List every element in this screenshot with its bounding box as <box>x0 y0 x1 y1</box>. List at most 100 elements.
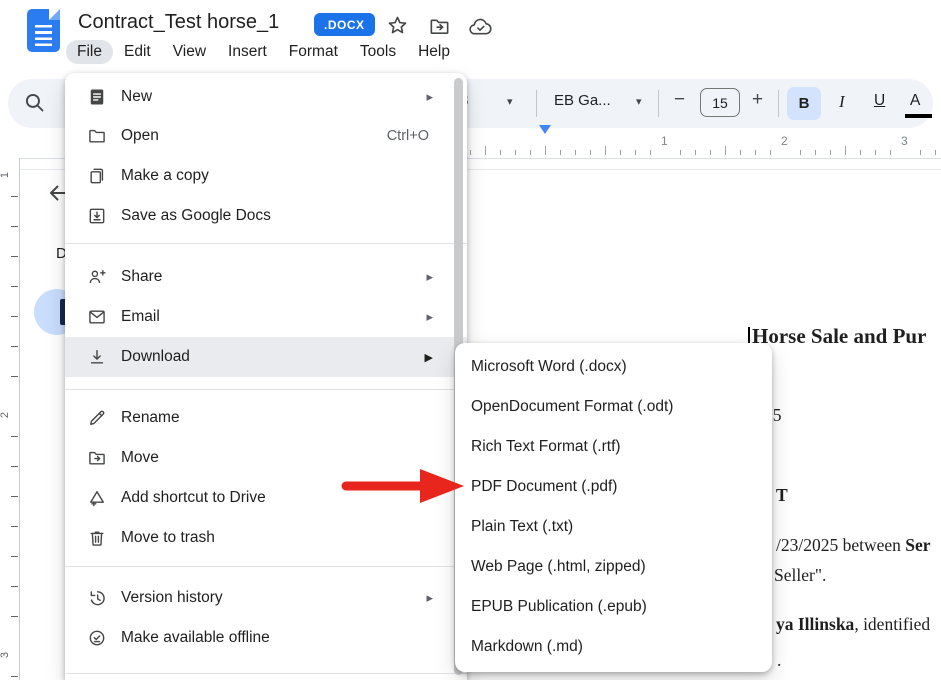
menu-divider <box>65 566 467 567</box>
menu-item-label: New <box>121 88 152 106</box>
folder-icon <box>87 126 107 146</box>
download-icon <box>87 347 107 367</box>
menu-view[interactable]: View <box>162 40 217 64</box>
bold-button[interactable]: B <box>787 87 821 120</box>
underline-button[interactable]: U <box>874 92 885 110</box>
menu-item-rename[interactable]: Rename <box>65 398 467 438</box>
ruler-number: 3 <box>0 649 11 661</box>
submenu-item-docx[interactable]: Microsoft Word (.docx) <box>455 347 772 387</box>
ruler-tick <box>560 150 561 155</box>
menu-item-label: Download <box>121 348 190 366</box>
chevron-down-icon[interactable]: ▾ <box>636 95 642 108</box>
move-folder-icon[interactable] <box>428 15 451 38</box>
trash-icon <box>87 528 107 548</box>
submenu-item-epub[interactable]: EPUB Publication (.epub) <box>455 587 772 627</box>
drive-add-icon <box>87 488 107 508</box>
font-family-dropdown[interactable]: EB Ga... <box>554 92 611 109</box>
menu-item-label: Make a copy <box>121 167 209 185</box>
cloud-saved-icon[interactable] <box>468 16 493 39</box>
submenu-item-odt[interactable]: OpenDocument Format (.odt) <box>455 387 772 427</box>
document-title[interactable]: Contract_Test horse_1 <box>78 11 279 34</box>
submenu-arrow-icon: ▸ <box>426 309 433 325</box>
ruler-tick <box>890 150 891 155</box>
file-menu: New ▸ Open Ctrl+O Make a copy Save as Go… <box>65 73 467 680</box>
menu-help[interactable]: Help <box>407 40 461 64</box>
ruler-tick <box>575 150 576 155</box>
ruler-number: 1 <box>0 169 11 181</box>
ruler-tick <box>755 150 756 155</box>
ruler-tick <box>545 146 546 155</box>
menu-item-share[interactable]: Share ▸ <box>65 257 467 297</box>
ruler-tick <box>740 150 741 155</box>
menu-file[interactable]: File <box>66 40 113 64</box>
font-size-input[interactable]: 15 <box>700 88 740 117</box>
menu-divider <box>65 243 467 244</box>
doc-text-span: /23/2025 between <box>776 535 905 555</box>
submenu-item-pdf[interactable]: PDF Document (.pdf) <box>455 467 772 507</box>
ruler-tick <box>11 376 18 377</box>
menu-item-label: Rename <box>121 409 180 427</box>
menu-item-make-available-offline[interactable]: Make available offline <box>65 618 467 658</box>
menu-item-label: Move <box>121 449 159 467</box>
submenu-arrow-icon: ▸ <box>426 269 433 285</box>
ruler-tick <box>500 150 501 155</box>
menu-item-open[interactable]: Open Ctrl+O <box>65 116 467 156</box>
logo-fold-shadow <box>49 9 60 20</box>
submenu-arrow-icon: ▸ <box>426 89 433 105</box>
menu-item-label: Save as Google Docs <box>121 207 271 225</box>
menu-item-save-as-google-docs[interactable]: Save as Google Docs <box>65 196 467 236</box>
google-docs-window: Contract_Test horse_1 .DOCX File Edit Vi… <box>0 0 941 680</box>
ruler-tick <box>470 150 471 155</box>
ruler-tick <box>695 150 696 155</box>
ruler-tick <box>11 316 18 317</box>
menu-tools[interactable]: Tools <box>349 40 407 64</box>
ruler-tick <box>515 150 516 155</box>
copy-icon <box>87 166 107 186</box>
decrease-font-size-button[interactable]: − <box>674 89 685 111</box>
ruler-tick <box>935 150 936 155</box>
menu-item-new[interactable]: New ▸ <box>65 77 467 117</box>
history-icon <box>87 588 107 608</box>
menu-format[interactable]: Format <box>278 40 349 64</box>
ruler-tick <box>11 346 18 347</box>
ruler-tick <box>590 150 591 155</box>
menu-item-email[interactable]: Email ▸ <box>65 297 467 337</box>
menu-item-label: Add shortcut to Drive <box>121 489 266 507</box>
submenu-item-md[interactable]: Markdown (.md) <box>455 627 772 667</box>
submenu-item-txt[interactable]: Plain Text (.txt) <box>455 507 772 547</box>
chevron-down-icon[interactable]: ▾ <box>507 95 513 108</box>
new-document-icon <box>87 87 107 107</box>
ruler-tick <box>485 146 486 155</box>
menu-insert[interactable]: Insert <box>217 40 278 64</box>
menu-item-label: Open <box>121 127 159 145</box>
menu-item-download[interactable]: Download ▶ <box>65 337 467 377</box>
menu-edit[interactable]: Edit <box>113 40 162 64</box>
ruler-tick <box>800 150 801 155</box>
ruler-tick <box>605 146 606 155</box>
italic-button[interactable]: I <box>839 92 845 112</box>
menu-bar: File Edit View Insert Format Tools Help <box>66 40 461 64</box>
submenu-item-html[interactable]: Web Page (.html, zipped) <box>455 547 772 587</box>
ruler-tick <box>770 150 771 155</box>
doc-line-seller: Seller". <box>774 565 826 586</box>
search-icon[interactable] <box>22 90 47 120</box>
menu-item-make-a-copy[interactable]: Make a copy <box>65 156 467 196</box>
ruler-tick <box>830 150 831 155</box>
menu-item-version-history[interactable]: Version history ▸ <box>65 578 467 618</box>
menu-divider <box>65 673 467 674</box>
ruler-tick <box>710 150 711 155</box>
menu-item-label: Share <box>121 268 162 286</box>
star-icon[interactable] <box>386 14 409 37</box>
toolbar-separator <box>778 90 779 117</box>
person-add-icon <box>87 267 107 287</box>
download-submenu: Microsoft Word (.docx) OpenDocument Form… <box>455 343 772 672</box>
ruler-tick <box>635 150 636 155</box>
google-docs-logo-icon[interactable] <box>27 9 60 52</box>
ruler-tick <box>650 150 651 155</box>
menu-item-move-to-trash[interactable]: Move to trash <box>65 518 467 558</box>
increase-font-size-button[interactable]: + <box>752 89 763 111</box>
folder-move-icon <box>87 448 107 468</box>
ruler-tick <box>875 150 876 155</box>
text-color-button[interactable]: A <box>910 92 920 110</box>
submenu-item-rtf[interactable]: Rich Text Format (.rtf) <box>455 427 772 467</box>
